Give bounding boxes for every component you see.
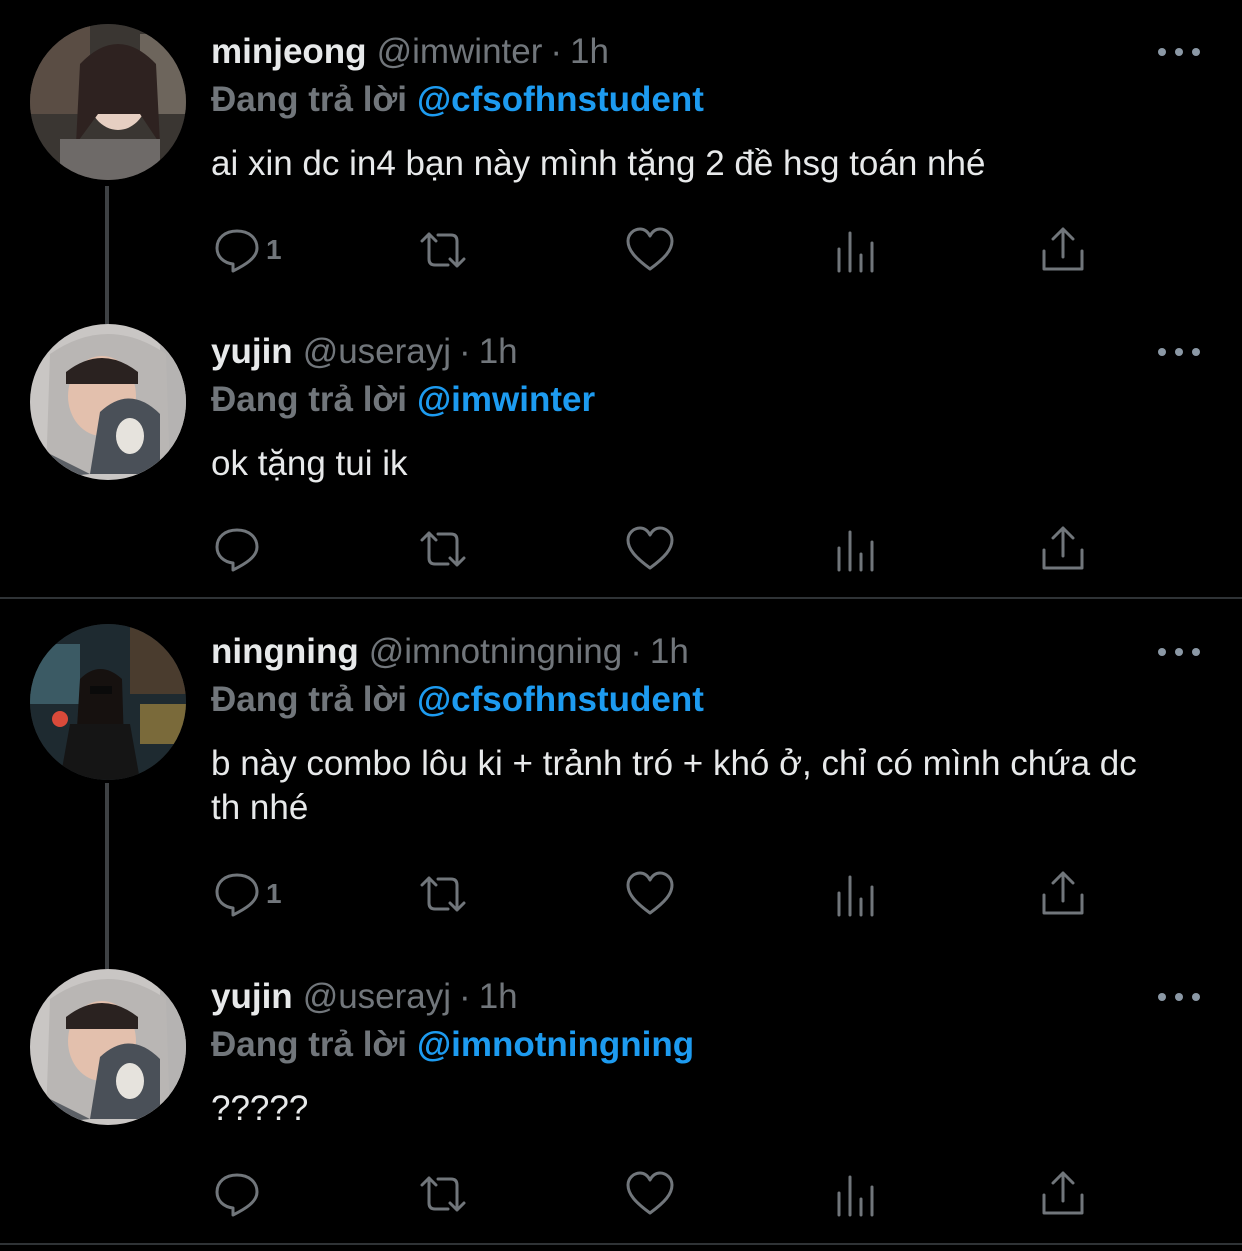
reply-icon [215, 1173, 259, 1217]
replying-to: Đang trả lời @cfsofhnstudent [211, 80, 704, 120]
share-icon [1042, 871, 1084, 915]
avatar[interactable] [30, 324, 186, 480]
avatar-image [30, 969, 186, 1125]
share-button[interactable] [1038, 866, 1088, 922]
analytics-icon [837, 530, 874, 572]
thread-divider [0, 597, 1242, 599]
reply-prefix: Đang trả lời [211, 80, 408, 119]
analytics-button[interactable] [832, 866, 882, 922]
reply-icon [215, 229, 259, 273]
more-icon[interactable] [1158, 342, 1200, 362]
like-button[interactable] [625, 222, 675, 278]
avatar-image [30, 324, 186, 480]
tweet-text: b này combo lôu ki + trảnh tró + khó ở, … [211, 744, 1137, 827]
share-icon [1042, 227, 1084, 271]
reply-count: 1 [266, 878, 282, 909]
reply-button[interactable] [212, 521, 266, 577]
analytics-icon [837, 231, 874, 273]
analytics-icon [837, 875, 874, 917]
retweet-icon [420, 1176, 466, 1212]
display-name[interactable]: minjeong [211, 32, 367, 71]
like-icon [626, 227, 674, 271]
user-handle[interactable]: @imwinter [377, 32, 543, 71]
tweet-actions [0, 1166, 1242, 1222]
display-name[interactable]: yujin [211, 977, 293, 1016]
more-icon[interactable] [1158, 42, 1200, 62]
timestamp[interactable]: 1h [650, 632, 689, 671]
avatar[interactable] [30, 969, 186, 1125]
share-button[interactable] [1038, 1166, 1088, 1222]
avatar[interactable] [30, 624, 186, 780]
reply-icon [215, 528, 259, 572]
avatar[interactable] [30, 24, 186, 180]
tweet-text: ai xin dc in4 bạn này mình tặng 2 đề hsg… [211, 144, 986, 183]
reply-button[interactable]: 1 [212, 866, 282, 922]
separator-dot: · [459, 977, 471, 1016]
replying-to: Đang trả lời @imnotningning [211, 1025, 694, 1065]
retweet-button[interactable] [418, 521, 468, 577]
separator-dot: · [630, 632, 642, 671]
separator-dot: · [550, 32, 563, 71]
like-icon [626, 526, 674, 570]
tweet-actions [0, 521, 1242, 577]
analytics-button[interactable] [832, 521, 882, 577]
share-icon [1042, 1171, 1084, 1215]
reply-button[interactable] [212, 1166, 266, 1222]
reply-prefix: Đang trả lời [211, 380, 408, 419]
tweet-header: ningning @imnotningning · 1h [211, 632, 689, 672]
more-icon[interactable] [1158, 642, 1200, 662]
bottom-divider [0, 1243, 1242, 1245]
user-handle[interactable]: @imnotningning [369, 632, 622, 671]
avatar-image [30, 624, 186, 780]
reply-prefix: Đang trả lời [211, 680, 408, 719]
retweet-icon [420, 531, 466, 567]
more-icon[interactable] [1158, 987, 1200, 1007]
like-button[interactable] [625, 521, 675, 577]
analytics-button[interactable] [832, 1166, 882, 1222]
tweet-header: yujin @userayj · 1h [211, 977, 518, 1017]
tweet-actions: 1 [0, 866, 1242, 922]
retweet-button[interactable] [418, 866, 468, 922]
reply-to-link[interactable]: @imnotningning [417, 1025, 694, 1064]
avatar-image [30, 24, 186, 180]
share-button[interactable] [1038, 521, 1088, 577]
replying-to: Đang trả lời @imwinter [211, 380, 595, 420]
tweet-header: yujin @userayj · 1h [211, 332, 518, 372]
tweet-text: ????? [211, 1089, 309, 1128]
like-button[interactable] [625, 866, 675, 922]
reply-button[interactable]: 1 [212, 222, 282, 278]
retweet-button[interactable] [418, 1166, 468, 1222]
tweet-actions: 1 [0, 222, 1242, 278]
retweet-icon [420, 232, 466, 268]
share-button[interactable] [1038, 222, 1088, 278]
replying-to: Đang trả lời @cfsofhnstudent [211, 680, 704, 720]
like-button[interactable] [625, 1166, 675, 1222]
user-handle[interactable]: @userayj [303, 977, 451, 1016]
share-icon [1042, 526, 1084, 570]
reply-to-link[interactable]: @cfsofhnstudent [417, 680, 704, 719]
retweet-button[interactable] [418, 222, 468, 278]
retweet-icon [420, 876, 466, 912]
reply-count: 1 [266, 234, 282, 265]
like-icon [626, 1171, 674, 1215]
timestamp[interactable]: 1h [479, 977, 518, 1016]
analytics-icon [837, 1175, 874, 1217]
timestamp[interactable]: 1h [479, 332, 518, 371]
display-name[interactable]: ningning [211, 632, 359, 671]
reply-to-link[interactable]: @imwinter [417, 380, 595, 419]
analytics-button[interactable] [832, 222, 882, 278]
reply-to-link[interactable]: @cfsofhnstudent [417, 80, 704, 119]
display-name[interactable]: yujin [211, 332, 293, 371]
tweet-header: minjeong @imwinter · 1h [211, 32, 609, 72]
separator-dot: · [459, 332, 471, 371]
like-icon [626, 871, 674, 915]
timestamp[interactable]: 1h [570, 32, 609, 71]
reply-icon [215, 873, 259, 917]
tweet-text: ok tặng tui ik [211, 444, 408, 483]
user-handle[interactable]: @userayj [303, 332, 451, 371]
reply-prefix: Đang trả lời [211, 1025, 408, 1064]
